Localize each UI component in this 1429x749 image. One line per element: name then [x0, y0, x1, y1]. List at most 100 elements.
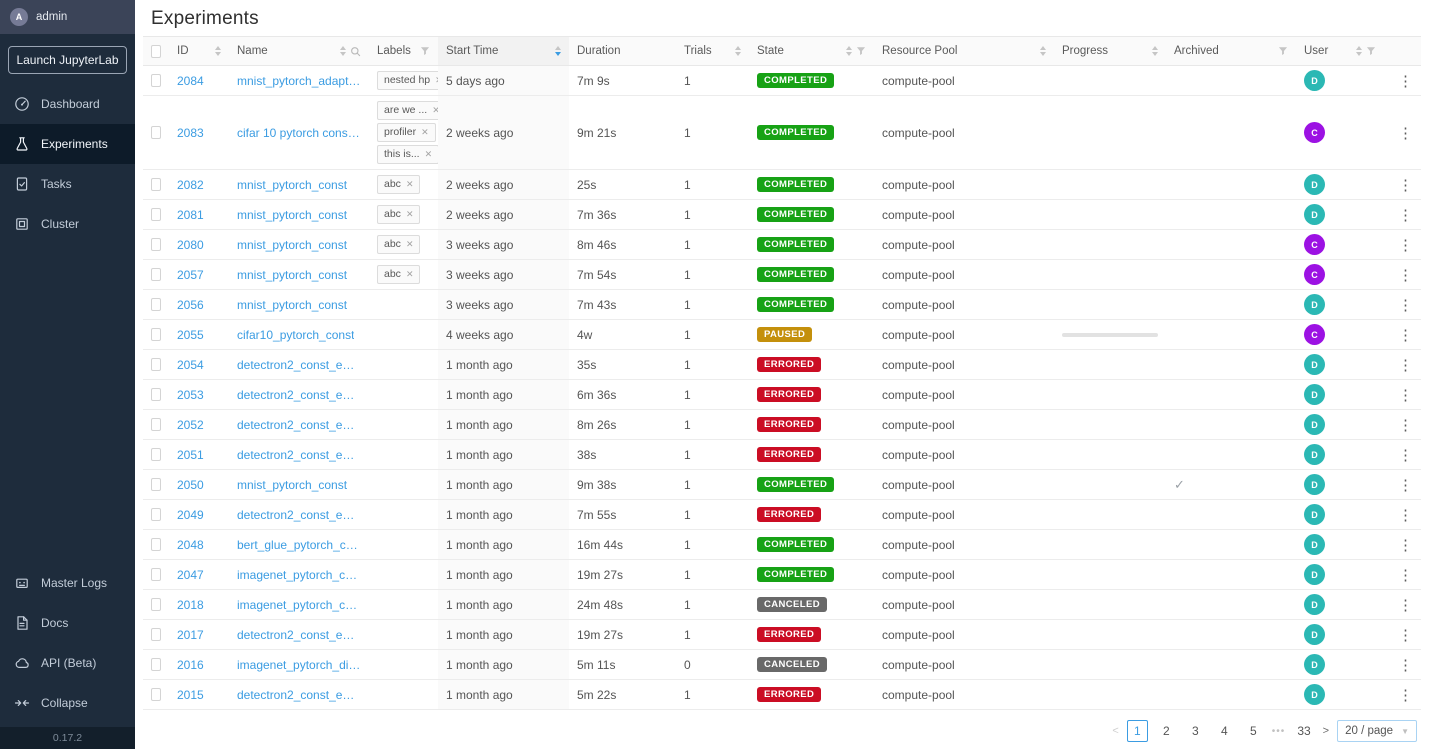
sidebar-item-api-beta[interactable]: API (Beta): [0, 643, 135, 683]
overflow-menu-icon[interactable]: ⋮: [1392, 596, 1419, 614]
remove-label-icon[interactable]: ✕: [406, 178, 414, 191]
experiment-id-link[interactable]: 2017: [177, 628, 204, 642]
sidebar-item-collapse[interactable]: Collapse: [0, 683, 135, 723]
experiment-name-link[interactable]: detectron2_const_e2e_tests: [237, 628, 361, 642]
overflow-menu-icon[interactable]: ⋮: [1392, 416, 1419, 434]
last-page-button[interactable]: 33: [1293, 720, 1314, 742]
experiment-id-link[interactable]: 2054: [177, 358, 204, 372]
user-avatar[interactable]: D: [1304, 654, 1325, 675]
experiment-name-link[interactable]: detectron2_const_e2e_tests: [237, 358, 361, 372]
sort-carets-icon[interactable]: [555, 46, 561, 56]
sort-carets-icon[interactable]: [735, 46, 741, 56]
filter-icon[interactable]: [1278, 46, 1288, 56]
sidebar-item-tasks[interactable]: Tasks: [0, 164, 135, 204]
filter-icon[interactable]: [420, 46, 430, 56]
row-checkbox[interactable]: [151, 388, 161, 401]
experiment-name-link[interactable]: detectron2_const_e2e_tests: [237, 688, 361, 702]
sort-carets-icon[interactable]: [1356, 46, 1362, 56]
user-avatar[interactable]: D: [1304, 294, 1325, 315]
experiment-name-link[interactable]: detectron2_const_e2e_tests: [237, 448, 361, 462]
overflow-menu-icon[interactable]: ⋮: [1392, 72, 1419, 90]
row-checkbox[interactable]: [151, 328, 161, 341]
user-avatar[interactable]: D: [1304, 474, 1325, 495]
row-checkbox[interactable]: [151, 508, 161, 521]
label-tag[interactable]: abc✕: [377, 205, 420, 224]
overflow-menu-icon[interactable]: ⋮: [1392, 506, 1419, 524]
user-avatar[interactable]: C: [1304, 264, 1325, 285]
sort-carets-icon[interactable]: [1152, 46, 1158, 56]
overflow-menu-icon[interactable]: ⋮: [1392, 206, 1419, 224]
experiment-id-link[interactable]: 2056: [177, 298, 204, 312]
user-avatar[interactable]: D: [1304, 564, 1325, 585]
remove-label-icon[interactable]: ✕: [425, 148, 433, 161]
row-checkbox[interactable]: [151, 238, 161, 251]
column-header-state[interactable]: State: [749, 37, 874, 65]
experiment-name-link[interactable]: cifar 10 pytorch const profiler: [237, 126, 361, 140]
experiment-id-link[interactable]: 2048: [177, 538, 204, 552]
experiment-id-link[interactable]: 2016: [177, 658, 204, 672]
overflow-menu-icon[interactable]: ⋮: [1392, 686, 1419, 704]
user-avatar[interactable]: D: [1304, 534, 1325, 555]
sort-carets-icon[interactable]: [340, 46, 346, 56]
label-tag[interactable]: profiler✕: [377, 123, 436, 142]
filter-icon[interactable]: [856, 46, 866, 56]
page-ellipsis[interactable]: •••: [1272, 726, 1286, 737]
experiment-name-link[interactable]: mnist_pytorch_const: [237, 298, 347, 312]
user-avatar[interactable]: C: [1304, 122, 1325, 143]
user-avatar[interactable]: D: [1304, 624, 1325, 645]
experiment-name-link[interactable]: bert_glue_pytorch_const: [237, 538, 361, 552]
label-tag[interactable]: this is...✕: [377, 145, 438, 164]
experiment-name-link[interactable]: detectron2_const_e2e_tests: [237, 508, 361, 522]
overflow-menu-icon[interactable]: ⋮: [1392, 124, 1419, 142]
row-checkbox[interactable]: [151, 628, 161, 641]
overflow-menu-icon[interactable]: ⋮: [1392, 446, 1419, 464]
experiment-id-link[interactable]: 2055: [177, 328, 204, 342]
label-tag[interactable]: nested hp✕: [377, 71, 438, 90]
row-checkbox[interactable]: [151, 74, 161, 87]
overflow-menu-icon[interactable]: ⋮: [1392, 656, 1419, 674]
search-icon[interactable]: [350, 46, 361, 57]
overflow-menu-icon[interactable]: ⋮: [1392, 176, 1419, 194]
column-header-startTime[interactable]: Start Time: [438, 37, 569, 65]
experiment-name-link[interactable]: mnist_pytorch_const: [237, 268, 347, 282]
sidebar-item-master-logs[interactable]: Master Logs: [0, 563, 135, 603]
remove-label-icon[interactable]: ✕: [406, 238, 414, 251]
experiment-name-link[interactable]: mnist_pytorch_const: [237, 478, 347, 492]
column-header-resourcePool[interactable]: Resource Pool: [874, 37, 1054, 65]
row-checkbox[interactable]: [151, 688, 161, 701]
column-header-id[interactable]: ID: [169, 37, 229, 65]
user-avatar[interactable]: D: [1304, 504, 1325, 525]
column-header-progress[interactable]: Progress: [1054, 37, 1166, 65]
overflow-menu-icon[interactable]: ⋮: [1392, 536, 1419, 554]
row-checkbox[interactable]: [151, 538, 161, 551]
row-checkbox[interactable]: [151, 268, 161, 281]
experiment-name-link[interactable]: imagenet_pytorch_const_cifar: [237, 598, 361, 612]
sidebar-item-experiments[interactable]: Experiments: [0, 124, 135, 164]
experiment-name-link[interactable]: imagenet_pytorch_dist_cifar: [237, 658, 361, 672]
experiment-id-link[interactable]: 2049: [177, 508, 204, 522]
user-avatar[interactable]: D: [1304, 384, 1325, 405]
remove-label-icon[interactable]: ✕: [406, 208, 414, 221]
experiment-id-link[interactable]: 2050: [177, 478, 204, 492]
experiment-name-link[interactable]: mnist_pytorch_adaptive_search: [237, 74, 361, 88]
page-number-button[interactable]: 1: [1127, 720, 1148, 742]
sidebar-item-docs[interactable]: Docs: [0, 603, 135, 643]
sidebar-item-cluster[interactable]: Cluster: [0, 204, 135, 244]
user-menu[interactable]: A admin: [0, 0, 135, 34]
user-avatar[interactable]: D: [1304, 594, 1325, 615]
row-checkbox[interactable]: [151, 598, 161, 611]
label-tag[interactable]: abc✕: [377, 265, 420, 284]
user-avatar[interactable]: D: [1304, 354, 1325, 375]
overflow-menu-icon[interactable]: ⋮: [1392, 296, 1419, 314]
label-tag[interactable]: abc✕: [377, 175, 420, 194]
row-checkbox[interactable]: [151, 448, 161, 461]
page-number-button[interactable]: 2: [1156, 720, 1177, 742]
overflow-menu-icon[interactable]: ⋮: [1392, 266, 1419, 284]
experiment-id-link[interactable]: 2081: [177, 208, 204, 222]
experiment-id-link[interactable]: 2051: [177, 448, 204, 462]
row-checkbox[interactable]: [151, 418, 161, 431]
experiment-id-link[interactable]: 2082: [177, 178, 204, 192]
column-header-trials[interactable]: Trials: [676, 37, 749, 65]
user-avatar[interactable]: D: [1304, 444, 1325, 465]
filter-icon[interactable]: [1366, 46, 1376, 56]
